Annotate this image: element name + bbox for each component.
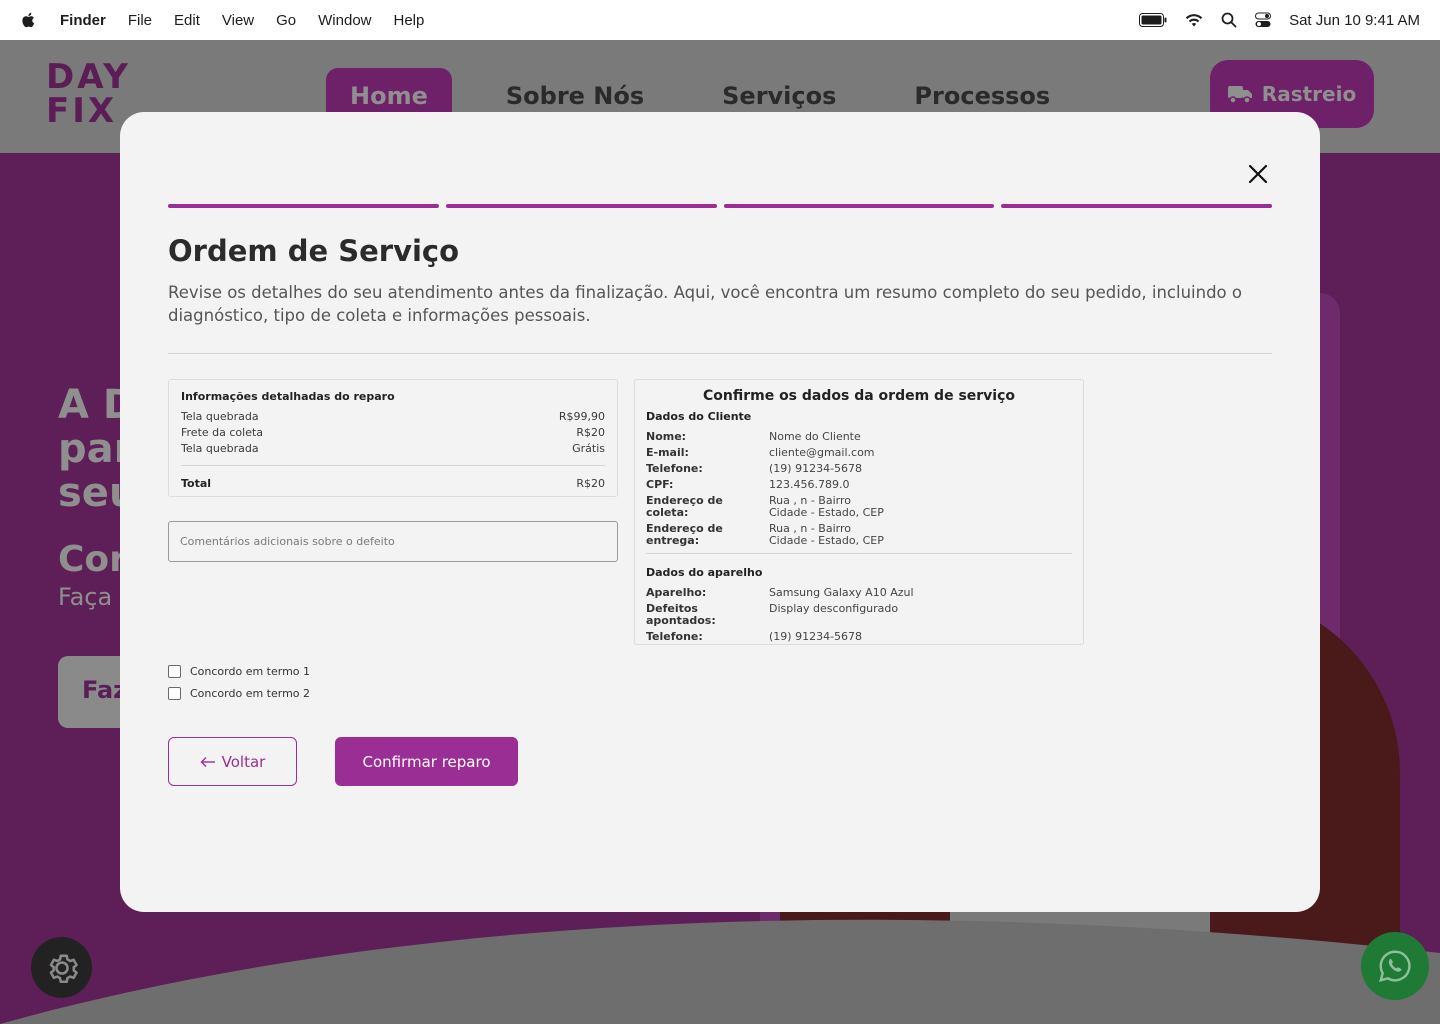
progress-stepper — [168, 204, 1272, 208]
client-cpf-row: CPF: 123.456.789.0 — [646, 478, 850, 491]
step-3 — [723, 204, 995, 208]
confirm-separator — [646, 553, 1072, 554]
menu-file[interactable]: File — [128, 12, 152, 29]
service-order-modal: Ordem de Serviço Revise os detalhes do s… — [120, 112, 1320, 912]
menu-app-name[interactable]: Finder — [60, 12, 106, 29]
term-2-checkbox[interactable] — [168, 686, 181, 700]
menu-help[interactable]: Help — [394, 12, 425, 29]
repair-info-card: Informações detalhadas do reparo Tela qu… — [168, 379, 618, 497]
hero-subheadline: Cor — [58, 539, 127, 580]
confirm-order-card: Confirme os dados da ordem de serviço Da… — [634, 379, 1084, 645]
device-phone-row: Telefone: (19) 91234-5678 — [646, 630, 863, 643]
whatsapp-button[interactable] — [1361, 932, 1429, 1000]
device-model-row: Aparelho: Samsung Galaxy A10 Azul — [646, 586, 914, 599]
wifi-icon[interactable] — [1185, 13, 1203, 27]
arrow-left-icon — [200, 756, 215, 767]
menu-bar: Finder File Edit View Go Window Help Sat… — [0, 0, 1440, 40]
battery-icon[interactable] — [1139, 13, 1167, 27]
total-label: Total — [181, 477, 212, 490]
confirm-repair-button[interactable]: Confirmar reparo — [335, 737, 518, 786]
confirm-card-title: Confirme os dados da ordem de serviço — [702, 388, 1016, 404]
hero-caption: Faça — [58, 583, 113, 611]
menu-view[interactable]: View — [222, 12, 254, 29]
term-1[interactable]: Concordo em termo 1 — [168, 660, 310, 682]
menu-datetime[interactable]: Sat Jun 10 9:41 AM — [1289, 12, 1420, 29]
modal-title: Ordem de Serviço — [168, 234, 460, 268]
terms-group: Concordo em termo 1 Concordo em termo 2 — [168, 660, 310, 704]
truck-icon — [1227, 86, 1252, 104]
step-4 — [1001, 204, 1272, 208]
client-phone-row: Telefone: (19) 91234-5678 — [646, 462, 863, 475]
dayfix-logo[interactable]: DAY FIX — [46, 60, 128, 130]
client-name-row: Nome: Nome do Cliente — [646, 430, 861, 443]
menu-window[interactable]: Window — [318, 12, 371, 29]
device-data-heading: Dados do aparelho — [646, 566, 763, 579]
client-data-heading: Dados do Cliente — [646, 410, 752, 423]
menu-edit[interactable]: Edit — [174, 12, 200, 29]
comment-input[interactable] — [168, 521, 618, 562]
apple-icon[interactable] — [20, 11, 38, 29]
search-icon[interactable] — [1221, 12, 1237, 28]
modal-description: Revise os detalhes do seu atendimento an… — [168, 283, 1242, 325]
repair-total-row: Total R$20 — [181, 476, 605, 492]
whatsapp-icon — [1379, 950, 1411, 982]
step-1 — [168, 204, 439, 208]
divider — [168, 353, 1272, 354]
term-1-checkbox[interactable] — [168, 664, 181, 678]
menu-go[interactable]: Go — [276, 12, 296, 29]
device-defects-row: Defeitos apontados: Display desconfigura… — [646, 602, 899, 627]
client-delivery-row: Endereço de entrega: Rua , n - Bairro Ci… — [646, 522, 884, 547]
close-icon[interactable] — [1244, 160, 1272, 188]
repair-item: Tela quebrada Grátis — [181, 442, 605, 455]
gear-icon — [49, 954, 78, 983]
step-2 — [445, 204, 717, 208]
repair-info-heading: Informações detalhadas do reparo — [181, 390, 395, 403]
settings-button[interactable] — [31, 937, 92, 998]
term-2[interactable]: Concordo em termo 2 — [168, 682, 310, 704]
repair-separator — [181, 465, 605, 466]
client-email-row: E-mail: cliente@gmail.com — [646, 446, 875, 459]
repair-item: Frete da coleta R$20 — [181, 426, 605, 439]
control-center-icon[interactable] — [1255, 12, 1272, 28]
total-value: R$20 — [576, 477, 605, 490]
back-button[interactable]: Voltar — [168, 737, 297, 786]
hero-wave — [0, 919, 1440, 1024]
client-pickup-row: Endereço de coleta: Rua , n - Bairro Cid… — [646, 494, 884, 519]
repair-item: Tela quebrada R$99,90 — [181, 410, 605, 423]
